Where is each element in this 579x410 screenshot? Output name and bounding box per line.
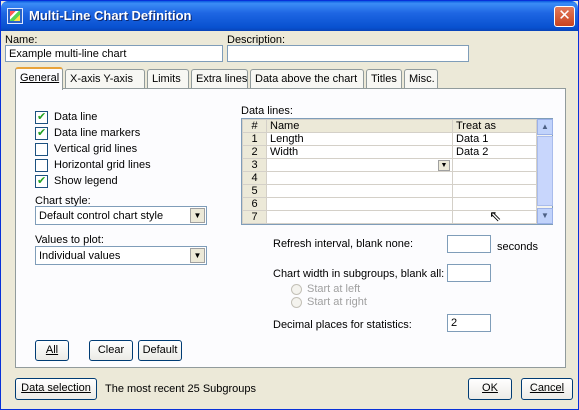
grid-header-row: # Name Treat as	[242, 119, 537, 133]
data-lines-label: Data lines:	[241, 105, 293, 117]
scrollbar-thumb[interactable]	[537, 136, 553, 206]
data-selection-button[interactable]: Data selection	[15, 378, 97, 400]
all-button-label: All	[45, 344, 59, 356]
tab-data-above-chart[interactable]: Data above the chart	[250, 69, 364, 88]
chart-width-field[interactable]	[447, 264, 491, 282]
table-row[interactable]: 5	[242, 184, 537, 198]
checkbox-horizontal-grid-lines-label: Horizontal grid lines	[54, 159, 151, 171]
col-header-treat-as[interactable]: Treat as	[452, 119, 537, 133]
values-to-plot-value: Individual values	[39, 250, 121, 262]
cell-treat-as[interactable]	[452, 158, 537, 172]
tab-limits[interactable]: Limits	[147, 69, 189, 88]
seconds-label: seconds	[497, 241, 538, 253]
cell-name[interactable]	[266, 184, 453, 198]
cell-name[interactable]: Length	[266, 132, 453, 146]
col-header-num[interactable]: #	[242, 119, 267, 133]
row-number: 3	[242, 158, 267, 172]
radio-dot	[291, 284, 302, 295]
decimal-places-label: Decimal places for statistics:	[273, 319, 412, 331]
data-lines-grid[interactable]: # Name Treat as 1 Length Data 1 2 Width …	[241, 118, 553, 225]
name-field[interactable]: Example multi-line chart	[5, 45, 223, 62]
chevron-down-icon[interactable]: ▼	[190, 208, 205, 223]
all-button[interactable]: All	[35, 340, 69, 361]
scroll-up-icon[interactable]: ▲	[537, 119, 553, 135]
radio-start-at-left-label: Start at left	[307, 283, 361, 295]
tab-extra-lines[interactable]: Extra lines	[191, 69, 248, 88]
values-to-plot-select[interactable]: Individual values ▼	[35, 246, 207, 265]
grid-vertical-scrollbar[interactable]: ▲ ▼	[536, 119, 553, 224]
tab-general-label: General	[20, 72, 60, 84]
checkbox-show-legend-label: Show legend	[54, 175, 118, 187]
tab-titles[interactable]: Titles	[366, 69, 402, 88]
cell-name-editing[interactable]: ▼	[266, 158, 453, 172]
row-number: 7	[242, 210, 267, 224]
close-icon[interactable]: ✕	[554, 6, 575, 27]
cell-treat-as[interactable]: Data 2	[452, 145, 537, 159]
radio-dot	[291, 297, 302, 308]
scroll-down-icon[interactable]: ▼	[537, 208, 553, 224]
title-bar[interactable]: Multi-Line Chart Definition ✕	[1, 1, 578, 31]
cell-treat-as[interactable]	[452, 184, 537, 198]
cancel-button[interactable]: Cancel	[521, 378, 573, 400]
table-row[interactable]: 2 Width Data 2	[242, 145, 537, 159]
values-to-plot-label: Values to plot:	[35, 234, 104, 246]
check-icon	[35, 174, 48, 188]
cell-name[interactable]: Width	[266, 145, 453, 159]
chart-width-label: Chart width in subgroups, blank all:	[273, 268, 445, 280]
description-field[interactable]	[227, 45, 469, 62]
chevron-down-icon[interactable]: ▼	[438, 160, 450, 171]
data-selection-button-label: Data selection	[21, 382, 91, 394]
tab-misc[interactable]: Misc.	[404, 69, 438, 88]
checkbox-box	[35, 143, 48, 156]
radio-start-at-right-label: Start at right	[307, 296, 367, 308]
table-row[interactable]: 1 Length Data 1	[242, 132, 537, 146]
check-icon	[35, 110, 48, 124]
check-icon	[35, 126, 48, 140]
tab-general[interactable]: General	[15, 67, 63, 90]
chart-style-select[interactable]: Default control chart style ▼	[35, 206, 207, 225]
row-number: 5	[242, 184, 267, 198]
cell-name[interactable]	[266, 197, 453, 211]
cell-treat-as[interactable]: Data 1	[452, 132, 537, 146]
tab-x-axis-y-axis[interactable]: X-axis Y-axis	[65, 69, 145, 88]
checkbox-box	[35, 159, 48, 172]
clear-button[interactable]: Clear	[89, 340, 133, 361]
row-number: 6	[242, 197, 267, 211]
table-row[interactable]: 4	[242, 171, 537, 185]
row-number: 4	[242, 171, 267, 185]
checkbox-data-line-markers-label: Data line markers	[54, 127, 141, 139]
col-header-name[interactable]: Name	[266, 119, 453, 133]
decimal-places-field[interactable]: 2	[447, 314, 491, 332]
table-row[interactable]: 3 ▼	[242, 158, 537, 172]
ok-button[interactable]: OK	[468, 378, 512, 400]
refresh-interval-field[interactable]	[447, 235, 491, 253]
window-title: Multi-Line Chart Definition	[29, 8, 192, 23]
checkbox-vertical-grid-lines-label: Vertical grid lines	[54, 143, 138, 155]
cancel-button-label: Cancel	[529, 382, 565, 394]
dialog-window: Multi-Line Chart Definition ✕ Name: Exam…	[0, 0, 579, 410]
chevron-down-icon[interactable]: ▼	[190, 248, 205, 263]
chart-window-icon	[7, 8, 23, 24]
chart-style-value: Default control chart style	[39, 210, 164, 222]
cell-treat-as[interactable]	[452, 171, 537, 185]
default-button[interactable]: Default	[138, 340, 182, 361]
row-number: 1	[242, 132, 267, 146]
cell-name[interactable]	[266, 210, 453, 224]
row-number: 2	[242, 145, 267, 159]
refresh-interval-label: Refresh interval, blank none:	[273, 238, 414, 250]
checkbox-data-line-label: Data line	[54, 111, 98, 123]
mouse-pointer-icon: ⇖	[489, 208, 502, 225]
ok-button-label: OK	[482, 382, 498, 394]
data-selection-status: The most recent 25 Subgroups	[105, 383, 257, 395]
cell-name[interactable]	[266, 171, 453, 185]
